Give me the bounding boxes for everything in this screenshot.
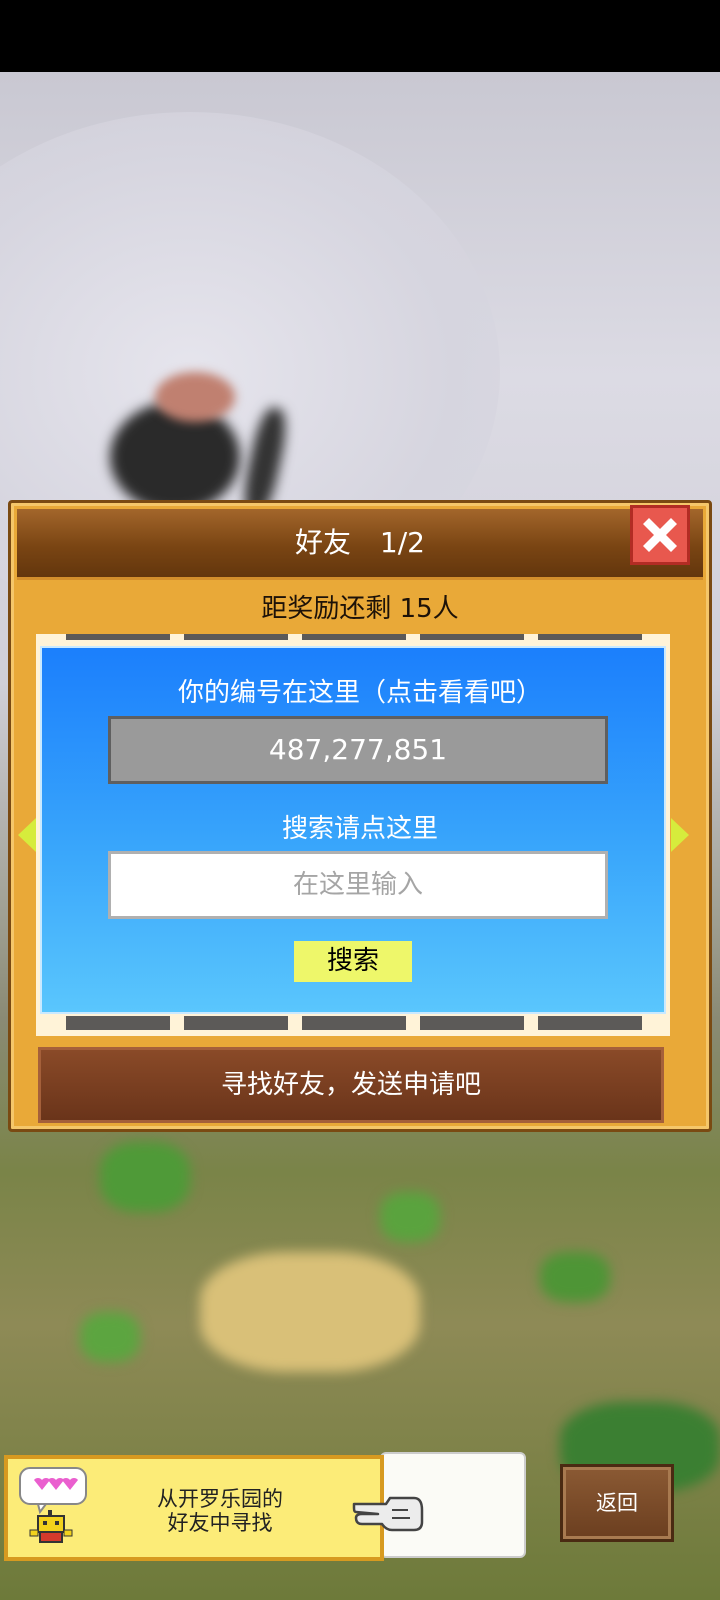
banner-text: 从开罗乐园的 好友中寻找 <box>130 1487 310 1535</box>
arrow-right-icon[interactable] <box>671 818 689 852</box>
pointing-hand-icon <box>352 1496 424 1532</box>
robot-icon <box>19 1467 87 1543</box>
dialog-page-indicator: 1/2 <box>379 526 425 559</box>
dialog-title: 好友 1/2 <box>17 509 703 577</box>
close-icon <box>643 518 677 552</box>
background-bush <box>80 1312 140 1362</box>
find-friends-button[interactable]: 寻找好友，发送申请吧 <box>38 1047 664 1123</box>
your-id-value[interactable]: 487,277,851 <box>108 716 608 784</box>
search-input[interactable] <box>108 851 608 919</box>
dialog-header: 好友 1/2 <box>17 509 703 580</box>
banner-line-1: 从开罗乐园的 <box>157 1487 283 1511</box>
your-id-label: 你的编号在这里（点击看看吧） <box>177 678 542 708</box>
background-bush <box>100 1142 190 1212</box>
search-button[interactable]: 搜索 <box>294 941 412 982</box>
arrow-left-icon[interactable] <box>18 818 36 852</box>
dialog-title-text: 好友 <box>295 526 352 559</box>
background-sand <box>200 1252 420 1372</box>
search-label: 搜索请点这里 <box>281 814 438 844</box>
background-bush <box>380 1192 440 1242</box>
background-bush <box>540 1252 610 1302</box>
back-button[interactable]: 返回 <box>560 1464 674 1542</box>
banner-line-2: 好友中寻找 <box>167 1511 273 1535</box>
reward-countdown: 距奖励还剩 15人 <box>261 594 459 624</box>
status-bar <box>0 0 720 72</box>
close-button[interactable] <box>630 505 690 565</box>
